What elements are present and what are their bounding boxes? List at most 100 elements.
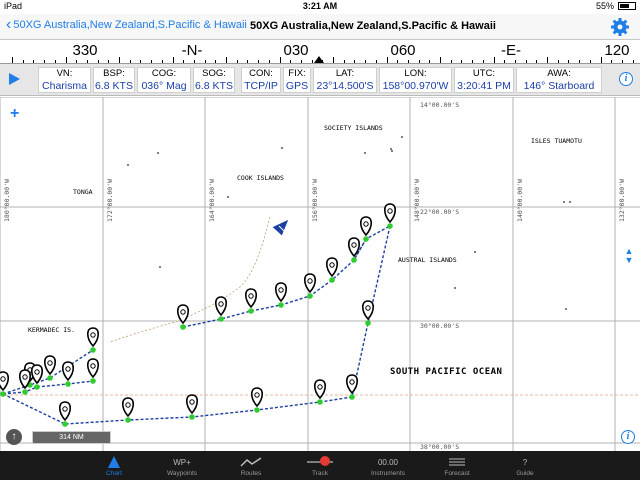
waypoint-marker [22, 389, 28, 395]
tab-guide[interactable]: ? Guide [495, 451, 555, 480]
island-marker [281, 147, 283, 149]
instrument-cell[interactable]: CON: TCP/IP [241, 67, 281, 93]
compass-tick [119, 57, 120, 63]
chart-info-icon[interactable]: i [621, 430, 635, 444]
lon-label: 172°00.00'W [106, 178, 114, 222]
compass-tick [247, 60, 249, 63]
instrument-value: 3:20:41 PM [457, 80, 511, 92]
waypoint-marker [329, 277, 335, 283]
instrument-cell[interactable]: AWA: 146° Starboard [516, 67, 602, 93]
forecast-icon [427, 454, 487, 470]
lat-label: 14°00.00'S [420, 101, 460, 109]
waypoint-pin-dot [248, 293, 254, 299]
tab-label: Routes [240, 470, 262, 477]
nautical-chart[interactable]: SOCIETY ISLANDS ISLES TUAMOTU TONGA COOK… [0, 97, 640, 451]
waypoint-marker [278, 302, 284, 308]
map-label-kermadec-islands: KERMADEC IS. [28, 326, 75, 334]
compass-label: -N- [181, 42, 203, 59]
map-label-austral-islands: AUSTRAL ISLANDS [398, 256, 457, 264]
waypoint-pin-dot [34, 369, 40, 375]
waypoint-marker [34, 384, 40, 390]
waypoint-pin-dot [365, 305, 371, 311]
lon-label: 132°00.00'W [618, 178, 626, 222]
instrument-cell[interactable]: UTC: 3:20:41 PM [454, 67, 514, 93]
page-title: 50XG Australia,New Zealand,S.Pacific & H… [250, 20, 496, 32]
compass-tick [482, 60, 484, 63]
waypoint-marker [189, 414, 195, 420]
back-button[interactable]: ‹ 50XG Australia,New Zealand,S.Pacific &… [6, 16, 247, 33]
island-marker [157, 152, 159, 154]
tab-chart[interactable]: Chart [84, 451, 144, 480]
waypoint-pin-dot [254, 392, 260, 398]
map-label-cook-islands: COOK ISLANDS [237, 174, 284, 182]
gear-icon[interactable] [610, 17, 630, 37]
compass-label: 060 [390, 42, 416, 59]
instrument-label: LON: [404, 68, 427, 79]
instrument-label: FIX: [288, 68, 306, 79]
waypoint-marker [180, 324, 186, 330]
tab-label: Guide [516, 470, 534, 477]
waypoint-pin-dot [65, 366, 71, 372]
instruments-icon: 00.00 [377, 457, 399, 467]
waypoint-marker [363, 236, 369, 242]
compass-heading-tape[interactable]: 330 -N- 030 060 -E- 120 [0, 40, 640, 64]
instrument-cell[interactable]: FIX: GPS [283, 67, 311, 93]
compass-tick [12, 57, 13, 63]
instrument-value: Charisma [42, 80, 87, 92]
instrument-value: 23°14.500'S [316, 80, 374, 92]
map-label-society-islands: SOCIETY ISLANDS [324, 124, 383, 132]
compass-tick [268, 60, 270, 63]
tab-waypoints[interactable]: WP+ Waypoints [152, 451, 212, 480]
instrument-label: SOG: [202, 68, 226, 79]
instrument-label: AWA: [547, 68, 571, 79]
compass-tick [65, 57, 67, 63]
scale-bar: 314 NM [32, 431, 111, 444]
instrument-cell[interactable]: LON: 158°00.970'W [379, 67, 452, 93]
info-icon[interactable]: i [619, 72, 633, 86]
compass-tick [418, 60, 420, 63]
battery-icon [618, 2, 636, 10]
chevron-left-icon: ‹ [6, 16, 12, 33]
island-marker [474, 251, 476, 253]
compass-tick [386, 57, 388, 63]
waypoint-pin-dot [307, 278, 313, 284]
waypoint-pin-dot [349, 379, 355, 385]
instrument-label: LAT: [335, 68, 355, 79]
waypoint-marker [47, 375, 53, 381]
island-marker [565, 308, 567, 310]
waypoint-marker [0, 391, 6, 397]
tab-label: Chart [106, 470, 122, 477]
instrument-value: TCP/IP [244, 80, 278, 92]
compass-tick [568, 60, 570, 63]
instrument-value: 146° Starboard [523, 80, 595, 92]
instrument-label: CON: [249, 68, 273, 79]
compass-tick [429, 60, 431, 63]
tab-instruments[interactable]: 00.00 Instruments [358, 451, 418, 480]
lon-label: 180°00.00'W [3, 178, 11, 222]
zoom-in-button[interactable]: + [10, 105, 19, 123]
compass-tick [258, 60, 260, 63]
compass-tick [236, 60, 238, 63]
waypoint-pin-dot [329, 262, 335, 268]
tab-track[interactable]: Track [290, 451, 350, 480]
instrument-cell[interactable]: VN: Charisma [38, 67, 91, 93]
instrument-cell[interactable]: LAT: 23°14.500'S [313, 67, 377, 93]
instrument-cell[interactable]: COG: 036° Mag [137, 67, 191, 93]
compass-tick [493, 57, 495, 63]
island-marker [563, 201, 565, 203]
play-icon[interactable] [9, 73, 20, 85]
lat-label: 30°00.00'S [420, 322, 460, 330]
compass-tick [22, 60, 24, 63]
scroll-up-down-icon[interactable]: ▲ ▼ [622, 247, 636, 265]
instrument-cell[interactable]: SOG: 6.8 KTS [193, 67, 235, 93]
island-marker [364, 152, 366, 154]
tab-forecast[interactable]: Forecast [427, 451, 487, 480]
north-up-button[interactable]: ↑ [6, 429, 22, 445]
lon-label: 156°00.00'W [311, 178, 319, 222]
instrument-label: COG: [151, 68, 177, 79]
compass-label: 330 [72, 42, 98, 59]
instrument-cell[interactable]: BSP: 6.8 KTS [93, 67, 135, 93]
tab-routes[interactable]: Routes [221, 451, 281, 480]
island-marker [569, 201, 571, 203]
compass-tick [557, 60, 559, 63]
